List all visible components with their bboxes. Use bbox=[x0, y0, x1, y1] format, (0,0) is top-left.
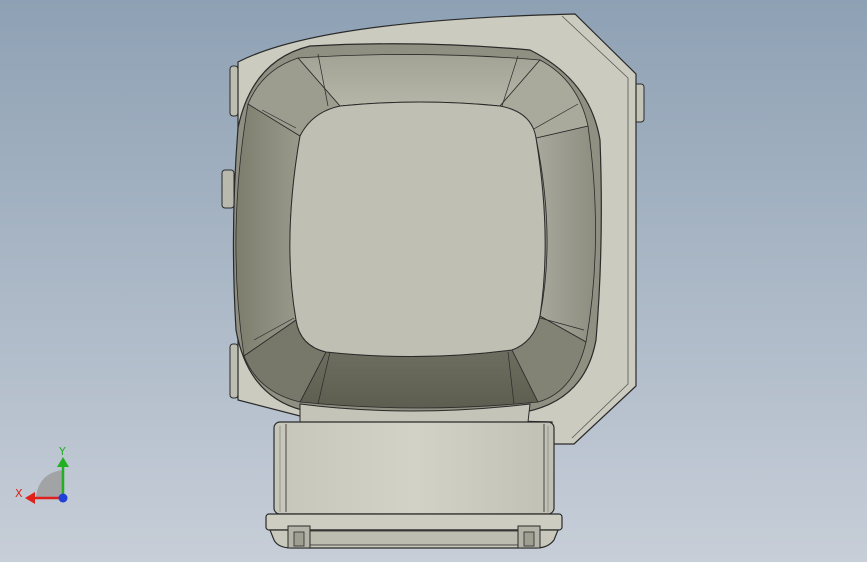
left-boss-lower bbox=[229, 343, 239, 399]
cavity-floor[interactable] bbox=[289, 101, 546, 358]
cad-model-scene[interactable]: Y X bbox=[0, 0, 867, 562]
triad-plane-indicator bbox=[36, 470, 62, 498]
y-axis-arrowhead bbox=[57, 457, 69, 467]
mount-bolt-left bbox=[287, 525, 311, 549]
lower-box[interactable] bbox=[273, 421, 555, 515]
x-axis-arrowhead bbox=[25, 492, 35, 504]
orientation-triad: Y X bbox=[15, 445, 69, 504]
y-axis-label: Y bbox=[58, 445, 66, 458]
mount-bolt-right bbox=[517, 525, 541, 549]
x-axis-label: X bbox=[15, 487, 23, 500]
cavity-top-face bbox=[297, 54, 541, 107]
z-axis-dot bbox=[58, 493, 68, 503]
left-boss-upper bbox=[229, 65, 239, 117]
cavity-bottom-face bbox=[299, 349, 539, 409]
graphics-viewport[interactable]: Y X bbox=[0, 0, 867, 562]
left-boss-middle bbox=[221, 169, 235, 209]
